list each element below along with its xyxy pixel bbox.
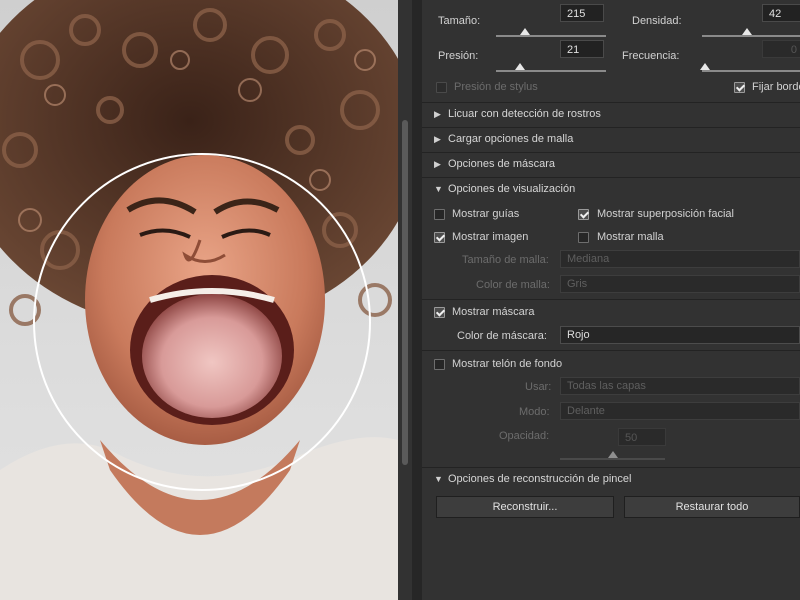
- mesh-color-label: Color de malla:: [476, 279, 550, 291]
- mesh-size-select[interactable]: Mediana: [560, 250, 800, 268]
- show-face-overlay-label: Mostrar superposición facial: [597, 208, 734, 220]
- show-guides-checkbox[interactable]: [434, 209, 445, 220]
- backdrop-mode-select[interactable]: Delante: [560, 402, 800, 420]
- section-load-mesh[interactable]: ▶ Cargar opciones de malla: [422, 127, 800, 151]
- pin-edges-label: Fijar bordes: [752, 81, 800, 93]
- section-mask-options[interactable]: ▶ Opciones de máscara: [422, 152, 800, 176]
- chevron-down-icon: ▼: [434, 474, 443, 484]
- show-mesh-checkbox[interactable]: [578, 232, 589, 243]
- brush-size-slider-thumb[interactable]: [520, 28, 530, 35]
- section-load-mesh-label: Cargar opciones de malla: [448, 133, 574, 145]
- brush-size-slider[interactable]: [496, 35, 606, 37]
- show-mask-label: Mostrar máscara: [452, 306, 535, 318]
- show-face-overlay-checkbox[interactable]: [578, 209, 589, 220]
- stylus-pressure-checkbox[interactable]: [436, 82, 447, 93]
- section-reconstruct[interactable]: ▼ Opciones de reconstrucción de pincel: [422, 467, 800, 491]
- canvas-scrollbar[interactable]: [398, 0, 412, 600]
- chevron-right-icon: ▶: [434, 159, 441, 169]
- chevron-down-icon: ▼: [434, 184, 443, 194]
- backdrop-opacity-label: Opacidad:: [499, 430, 550, 442]
- rebuild-button[interactable]: Reconstruir...: [436, 496, 614, 518]
- brush-pressure-slider[interactable]: [496, 70, 606, 72]
- backdrop-mode-label: Modo:: [519, 406, 550, 418]
- brush-pressure-input[interactable]: 21: [560, 40, 604, 58]
- properties-panel: Tamaño: 215 Densidad: 42 Presión: 21 Fre…: [422, 0, 800, 600]
- brush-size-input[interactable]: 215: [560, 4, 604, 22]
- brush-pressure-label: Presión:: [438, 50, 479, 62]
- liquify-canvas[interactable]: [0, 0, 398, 600]
- divider: [422, 350, 800, 351]
- scrollbar-thumb[interactable]: [402, 120, 408, 465]
- chevron-right-icon: ▶: [434, 109, 441, 119]
- section-reconstruct-label: Opciones de reconstrucción de pincel: [448, 473, 632, 485]
- stylus-pressure-label: Presión de stylus: [454, 81, 538, 93]
- show-backdrop-checkbox[interactable]: [434, 359, 445, 370]
- restore-all-button[interactable]: Restaurar todo: [624, 496, 800, 518]
- portrait-image: [0, 0, 398, 600]
- section-view-options-label: Opciones de visualización: [448, 183, 576, 195]
- brush-pressure-slider-thumb[interactable]: [515, 63, 525, 70]
- mask-color-select[interactable]: Rojo: [560, 326, 800, 344]
- mesh-color-select[interactable]: Gris: [560, 275, 800, 293]
- backdrop-use-select[interactable]: Todas las capas: [560, 377, 800, 395]
- brush-density-slider-thumb[interactable]: [742, 28, 752, 35]
- show-image-checkbox[interactable]: [434, 232, 445, 243]
- pin-edges-checkbox[interactable]: [734, 82, 745, 93]
- show-image-label: Mostrar imagen: [452, 231, 529, 243]
- brush-rate-slider[interactable]: [702, 70, 800, 72]
- backdrop-opacity-input[interactable]: 50: [618, 428, 666, 446]
- section-mask-options-label: Opciones de máscara: [448, 158, 555, 170]
- brush-density-label: Densidad:: [632, 15, 682, 27]
- divider: [422, 299, 800, 300]
- mesh-size-label: Tamaño de malla:: [462, 254, 549, 266]
- mask-color-label: Color de máscara:: [457, 330, 547, 342]
- section-face-aware[interactable]: ▶ Licuar con detección de rostros: [422, 102, 800, 126]
- show-mask-checkbox[interactable]: [434, 307, 445, 318]
- brush-rate-input[interactable]: 0: [762, 40, 800, 58]
- brush-size-label: Tamaño:: [438, 15, 481, 27]
- brush-rate-label: Frecuencia:: [622, 50, 680, 62]
- backdrop-use-label: Usar:: [525, 381, 552, 393]
- backdrop-opacity-slider-thumb[interactable]: [608, 451, 618, 458]
- show-guides-label: Mostrar guías: [452, 208, 520, 220]
- brush-density-input[interactable]: 42: [762, 4, 800, 22]
- brush-density-slider[interactable]: [702, 35, 800, 37]
- section-face-aware-label: Licuar con detección de rostros: [448, 108, 601, 120]
- section-view-options[interactable]: ▼ Opciones de visualización: [422, 177, 800, 201]
- chevron-right-icon: ▶: [434, 134, 441, 144]
- brush-rate-slider-thumb[interactable]: [700, 63, 710, 70]
- panel-divider: [412, 0, 422, 600]
- show-backdrop-label: Mostrar telón de fondo: [452, 358, 563, 370]
- show-mesh-label: Mostrar malla: [597, 231, 664, 243]
- backdrop-opacity-slider[interactable]: [560, 458, 665, 460]
